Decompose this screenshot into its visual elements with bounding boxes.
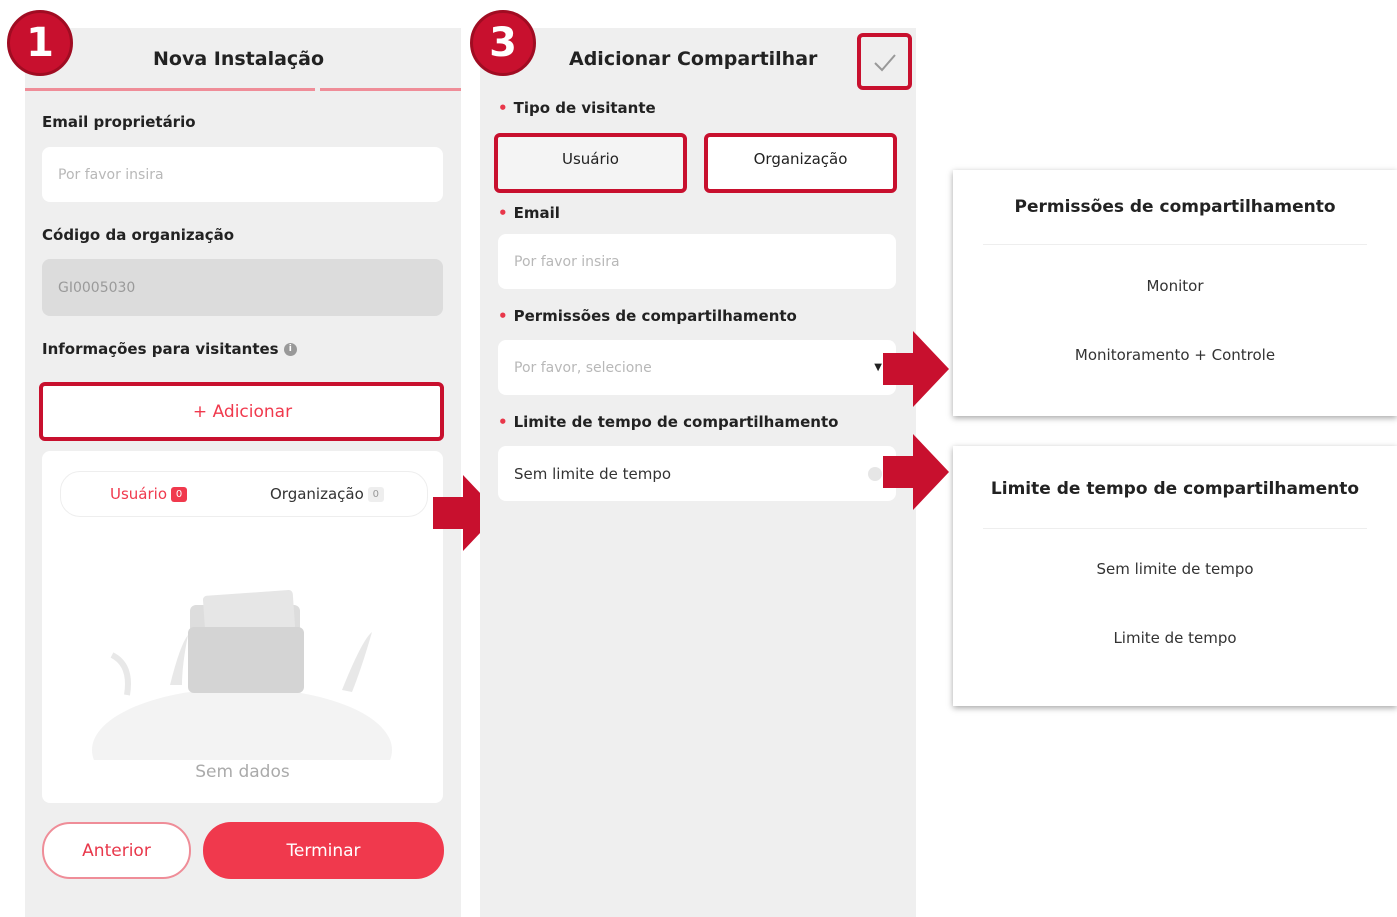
clear-icon[interactable] bbox=[868, 466, 882, 481]
org-code-field: GI0005030 bbox=[42, 259, 443, 316]
time-limit-dialog: Limite de tempo de compartilhamento Sem … bbox=[953, 446, 1397, 706]
previous-button[interactable]: Anterior bbox=[42, 822, 191, 879]
time-option-no-limit[interactable]: Sem limite de tempo bbox=[953, 560, 1397, 578]
time-limit-label-text: Limite de tempo de compartilhamento bbox=[513, 413, 839, 431]
tab-user-label: Usuário bbox=[110, 485, 168, 503]
arrow-right-icon bbox=[883, 331, 949, 407]
time-limit-label: • Limite de tempo de compartilhamento bbox=[498, 413, 838, 431]
info-icon[interactable]: i bbox=[283, 343, 297, 356]
progress-bar-segment bbox=[25, 88, 315, 91]
org-code-value: GI0005030 bbox=[58, 279, 136, 296]
page-title: Adicionar Compartilhar bbox=[569, 48, 818, 70]
email-label: • Email bbox=[498, 204, 560, 222]
permission-option-monitor[interactable]: Monitor bbox=[953, 277, 1397, 295]
step-1-badge: 1 bbox=[7, 10, 73, 76]
previous-button-label: Anterior bbox=[82, 840, 151, 861]
empty-state-illustration bbox=[92, 590, 392, 760]
visitor-type-label: • Tipo de visitante bbox=[498, 99, 656, 117]
visitor-type-user-label: Usuário bbox=[561, 150, 619, 168]
finish-button[interactable]: Terminar bbox=[203, 822, 444, 879]
owner-email-placeholder: Por favor insira bbox=[58, 166, 164, 183]
tab-user[interactable]: Usuário 0 bbox=[110, 485, 188, 503]
tab-organization-count: 0 bbox=[367, 487, 384, 502]
visitor-info-text: Informações para visitantes bbox=[42, 340, 279, 358]
permissions-dialog: Permissões de compartilhamento Monitor M… bbox=[953, 170, 1397, 416]
tab-organization-label: Organização bbox=[270, 485, 364, 503]
dropdown-caret-icon: ▼ bbox=[874, 362, 882, 373]
tab-organization[interactable]: Organização 0 bbox=[270, 485, 384, 503]
required-dot: • bbox=[498, 99, 508, 117]
time-limit-dialog-title: Limite de tempo de compartilhamento bbox=[990, 479, 1360, 499]
permission-option-monitor-control[interactable]: Monitoramento + Controle bbox=[953, 346, 1397, 364]
step-number: 1 bbox=[26, 20, 54, 66]
finish-button-label: Terminar bbox=[286, 840, 361, 861]
step-3-badge: 3 bbox=[470, 10, 536, 76]
org-code-label: Código da organização bbox=[42, 226, 235, 244]
time-limit-value: Sem limite de tempo bbox=[514, 464, 672, 483]
permissions-label: • Permissões de compartilhamento bbox=[498, 307, 797, 325]
permissions-select[interactable]: Por favor, selecione ▼ bbox=[498, 340, 896, 395]
highlight-frame bbox=[39, 382, 444, 441]
email-label-text: Email bbox=[513, 204, 560, 222]
required-dot: • bbox=[498, 307, 508, 325]
empty-state-text: Sem dados bbox=[195, 762, 290, 782]
check-icon bbox=[874, 54, 896, 72]
time-option-limit[interactable]: Limite de tempo bbox=[953, 629, 1397, 647]
tab-user-count: 0 bbox=[171, 487, 188, 502]
divider bbox=[983, 244, 1367, 245]
step-number: 3 bbox=[489, 20, 517, 66]
confirm-button[interactable] bbox=[857, 33, 912, 90]
visitor-type-label-text: Tipo de visitante bbox=[513, 99, 656, 117]
permissions-label-text: Permissões de compartilhamento bbox=[513, 307, 797, 325]
required-dot: • bbox=[498, 204, 508, 222]
owner-email-label: Email proprietário bbox=[42, 113, 196, 131]
visitor-type-organization-label: Organização bbox=[753, 150, 848, 168]
permissions-placeholder: Por favor, selecione bbox=[514, 359, 652, 376]
required-dot: • bbox=[498, 413, 508, 431]
arrow-right-icon bbox=[883, 434, 949, 510]
email-placeholder: Por favor insira bbox=[514, 253, 620, 270]
divider bbox=[983, 528, 1367, 529]
email-input[interactable]: Por favor insira bbox=[498, 234, 896, 289]
visitor-info-label: Informações para visitantes i bbox=[42, 340, 297, 358]
owner-email-input[interactable]: Por favor insira bbox=[42, 147, 443, 202]
permissions-dialog-title: Permissões de compartilhamento bbox=[1014, 197, 1336, 217]
time-limit-select[interactable]: Sem limite de tempo bbox=[498, 446, 896, 501]
progress-bar-segment bbox=[320, 88, 461, 91]
page-title: Nova Instalação bbox=[153, 48, 325, 70]
